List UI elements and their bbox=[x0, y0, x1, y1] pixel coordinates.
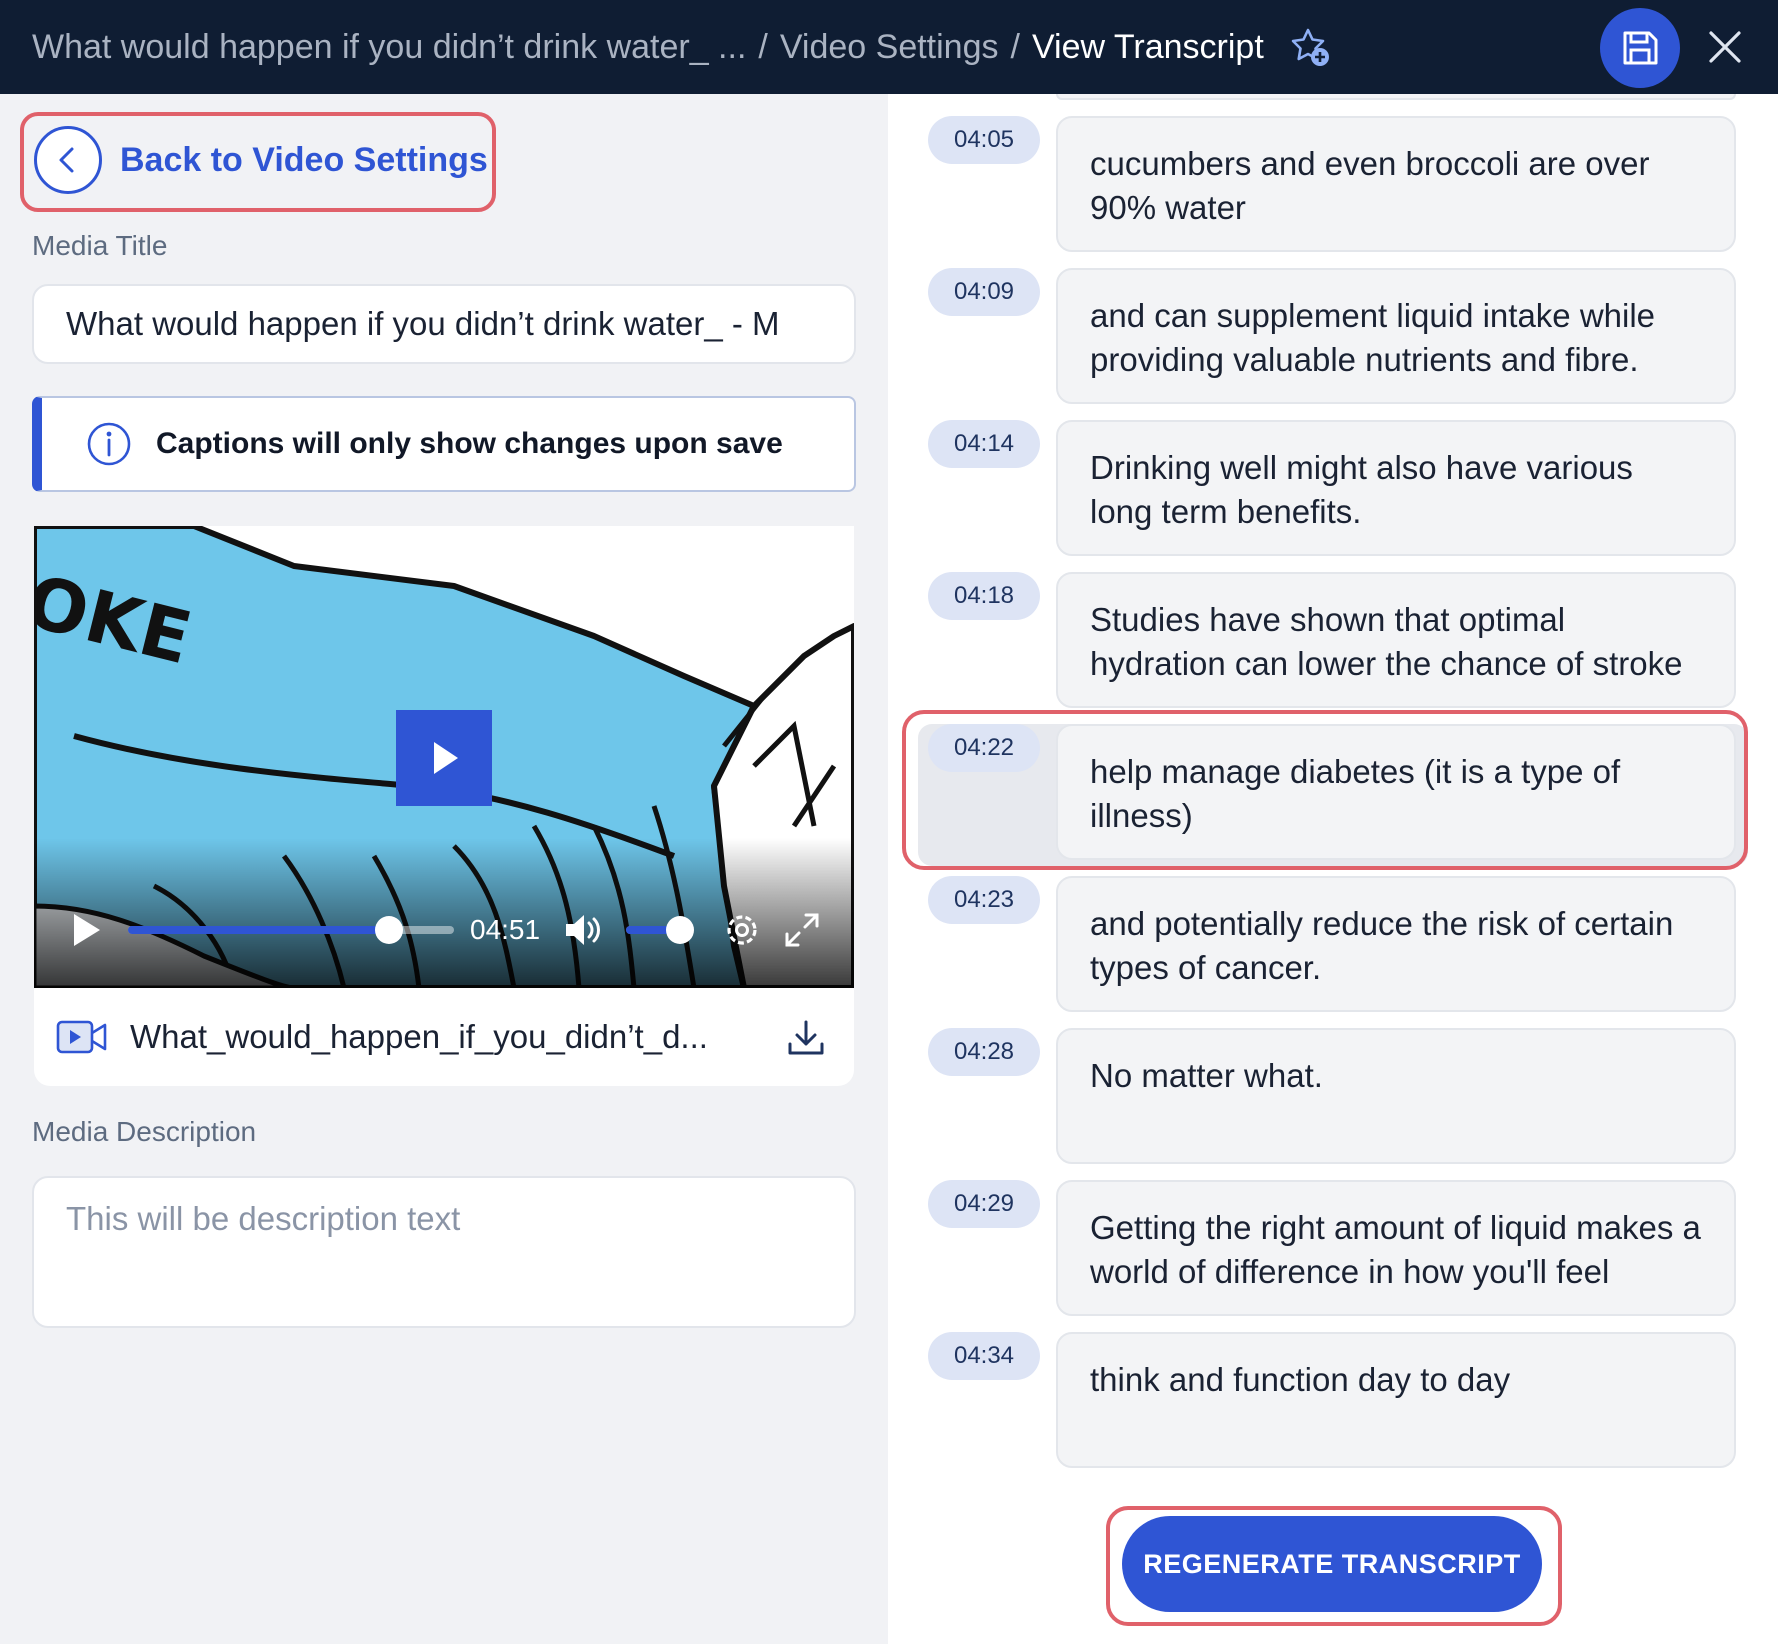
transcript-segment-active: 04:22 help manage diabetes (it is a type… bbox=[888, 710, 1778, 870]
segment-text[interactable]: think and function day to day bbox=[1056, 1332, 1736, 1468]
back-label: Back to Video Settings bbox=[120, 140, 488, 179]
transcript-segment: 04:18 Studies have shown that optimal hy… bbox=[888, 572, 1778, 712]
breadcrumb-media[interactable]: What would happen if you didn’t drink wa… bbox=[32, 28, 746, 67]
breadcrumb-separator: / bbox=[1010, 27, 1020, 66]
transcript-segment: 04:14 Drinking well might also have vari… bbox=[888, 420, 1778, 560]
settings-button[interactable] bbox=[722, 910, 762, 955]
segment-timestamp[interactable]: 04:18 bbox=[928, 572, 1040, 620]
segment-text[interactable]: No matter what. bbox=[1056, 1028, 1736, 1164]
segment-text[interactable]: help manage diabetes (it is a type of il… bbox=[1056, 724, 1736, 860]
segment-timestamp[interactable]: 04:09 bbox=[928, 268, 1040, 316]
segment-text[interactable]: Drinking well might also have various lo… bbox=[1056, 420, 1736, 556]
transcript-segment: 04:09 and can supplement liquid intake w… bbox=[888, 268, 1778, 408]
video-file-icon bbox=[56, 1020, 107, 1054]
seek-progress bbox=[128, 926, 389, 934]
settings-icon bbox=[727, 915, 757, 945]
segment-text[interactable]: cucumbers and even broccoli are over 90%… bbox=[1056, 116, 1736, 252]
segment-timestamp[interactable]: 04:05 bbox=[928, 116, 1040, 164]
segment-timestamp[interactable]: 04:28 bbox=[928, 1028, 1040, 1076]
segment-text[interactable]: Getting the right amount of liquid makes… bbox=[1056, 1180, 1736, 1316]
transcript-panel: 04:05 cucumbers and even broccoli are ov… bbox=[888, 94, 1778, 1644]
back-to-video-settings-button[interactable]: Back to Video Settings bbox=[34, 126, 488, 194]
transcript-segment: 04:29 Getting the right amount of liquid… bbox=[888, 1180, 1778, 1320]
media-description-input[interactable]: This will be description text bbox=[32, 1176, 856, 1328]
media-file-row: What_would_happen_if_you_didn’t_d... bbox=[34, 988, 854, 1086]
media-title-input[interactable]: What would happen if you didn’t drink wa… bbox=[32, 284, 856, 364]
regenerate-transcript-button[interactable]: REGENERATE TRANSCRIPT bbox=[1122, 1516, 1542, 1612]
fullscreen-icon bbox=[785, 913, 819, 947]
segment-text[interactable]: and can supplement liquid intake while p… bbox=[1056, 268, 1736, 404]
segment-timestamp[interactable]: 04:29 bbox=[928, 1180, 1040, 1228]
transcript-segment: 04:05 cucumbers and even broccoli are ov… bbox=[888, 116, 1778, 256]
close-button[interactable] bbox=[1700, 22, 1750, 72]
media-settings-panel: Back to Video Settings Media Title What … bbox=[0, 94, 888, 1644]
download-icon bbox=[788, 1020, 824, 1055]
segment-text[interactable]: Studies have shown that optimal hydratio… bbox=[1056, 572, 1736, 708]
breadcrumb-current: View Transcript bbox=[1031, 27, 1264, 66]
save-button[interactable] bbox=[1600, 8, 1680, 88]
segment-text[interactable]: and potentially reduce the risk of certa… bbox=[1056, 876, 1736, 1012]
media-title-label: Media Title bbox=[32, 230, 168, 261]
segment-timestamp[interactable]: 04:34 bbox=[928, 1332, 1040, 1380]
breadcrumb: What would happen if you didn’t drink wa… bbox=[32, 25, 1332, 69]
star-plus-icon[interactable] bbox=[1288, 25, 1332, 69]
breadcrumb-video-settings[interactable]: Video Settings bbox=[780, 28, 999, 67]
volume-button[interactable] bbox=[562, 910, 604, 955]
download-button[interactable] bbox=[782, 1014, 830, 1062]
breadcrumb-separator: / bbox=[758, 27, 768, 66]
segment-timestamp[interactable]: 04:14 bbox=[928, 420, 1040, 468]
transcript-editor: What would happen if you didn’t drink wa… bbox=[0, 0, 1778, 1644]
media-file-name: What_would_happen_if_you_didn’t_d... bbox=[130, 1018, 708, 1055]
previous-segment-edge bbox=[1056, 94, 1736, 100]
segment-timestamp[interactable]: 04:22 bbox=[928, 724, 1040, 772]
time-display: 04:51 bbox=[470, 914, 541, 945]
big-play-button[interactable] bbox=[396, 710, 492, 806]
transcript-segment: 04:28 No matter what. bbox=[888, 1028, 1778, 1168]
close-icon bbox=[1709, 31, 1741, 63]
chevron-left-icon bbox=[34, 126, 102, 194]
video-player[interactable]: OKE 04:51 bbox=[34, 526, 854, 988]
top-bar: What would happen if you didn’t drink wa… bbox=[0, 0, 1778, 94]
back-highlight: Back to Video Settings bbox=[20, 112, 496, 212]
captions-notice: Captions will only show changes upon sav… bbox=[32, 396, 856, 492]
play-icon bbox=[74, 914, 100, 946]
transcript-segment: 04:23 and potentially reduce the risk of… bbox=[888, 876, 1778, 1016]
play-button[interactable] bbox=[66, 910, 106, 955]
volume-icon bbox=[566, 915, 600, 945]
volume-slider[interactable] bbox=[626, 916, 695, 944]
transcript-segment: 04:34 think and function day to day bbox=[888, 1332, 1778, 1472]
seek-bar[interactable] bbox=[128, 916, 454, 944]
info-icon bbox=[87, 422, 131, 466]
play-icon bbox=[434, 742, 458, 774]
notice-text: Captions will only show changes upon sav… bbox=[156, 427, 783, 460]
fullscreen-button[interactable] bbox=[782, 910, 822, 955]
seek-handle[interactable] bbox=[374, 916, 403, 944]
media-description-label: Media Description bbox=[32, 1116, 257, 1147]
save-icon bbox=[1623, 31, 1658, 65]
segment-timestamp[interactable]: 04:23 bbox=[928, 876, 1040, 924]
